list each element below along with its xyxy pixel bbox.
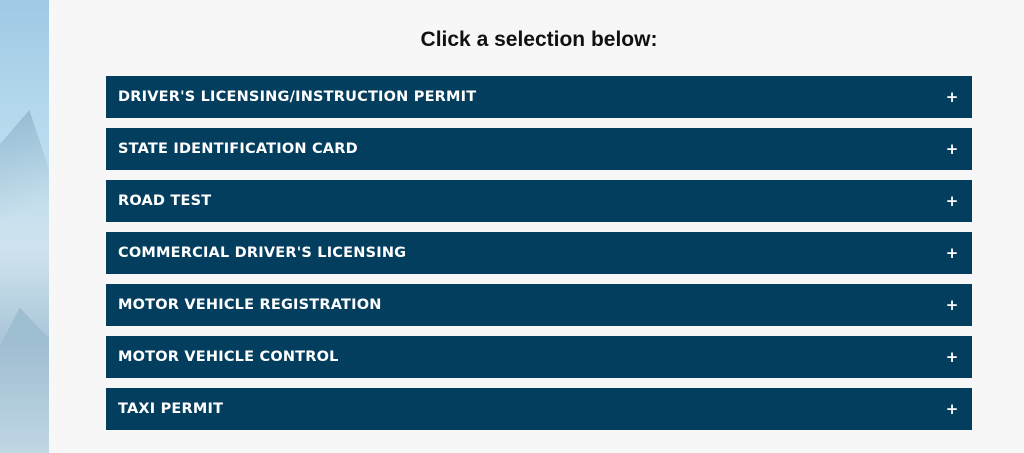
mountain-shape	[0, 110, 49, 280]
accordion-item-drivers-licensing[interactable]: DRIVER'S LICENSING/INSTRUCTION PERMIT +	[106, 76, 972, 118]
accordion-item-road-test[interactable]: ROAD TEST +	[106, 180, 972, 222]
accordion-item-vehicle-registration[interactable]: MOTOR VEHICLE REGISTRATION +	[106, 284, 972, 326]
page: Click a selection below: DRIVER'S LICENS…	[0, 0, 1024, 453]
accordion-item-taxi-permit[interactable]: TAXI PERMIT +	[106, 388, 972, 430]
accordion-item-label: TAXI PERMIT	[118, 401, 224, 417]
expand-plus-icon[interactable]: +	[944, 349, 960, 365]
expand-plus-icon[interactable]: +	[944, 297, 960, 313]
accordion-item-label: MOTOR VEHICLE REGISTRATION	[118, 297, 382, 313]
accordion-item-label: STATE IDENTIFICATION CARD	[118, 141, 358, 157]
background-landscape-image	[0, 0, 49, 453]
accordion-item-state-id-card[interactable]: STATE IDENTIFICATION CARD +	[106, 128, 972, 170]
accordion-item-label: DRIVER'S LICENSING/INSTRUCTION PERMIT	[118, 89, 477, 105]
accordion-item-commercial-licensing[interactable]: COMMERCIAL DRIVER'S LICENSING +	[106, 232, 972, 274]
accordion-item-label: MOTOR VEHICLE CONTROL	[118, 349, 339, 365]
accordion-item-label: COMMERCIAL DRIVER'S LICENSING	[118, 245, 407, 261]
expand-plus-icon[interactable]: +	[944, 141, 960, 157]
section-heading: Click a selection below:	[420, 28, 658, 51]
expand-plus-icon[interactable]: +	[944, 245, 960, 261]
expand-plus-icon[interactable]: +	[944, 89, 960, 105]
expand-plus-icon[interactable]: +	[944, 401, 960, 417]
accordion-item-label: ROAD TEST	[118, 193, 212, 209]
accordion-item-vehicle-control[interactable]: MOTOR VEHICLE CONTROL +	[106, 336, 972, 378]
expand-plus-icon[interactable]: +	[944, 193, 960, 209]
service-accordion: DRIVER'S LICENSING/INSTRUCTION PERMIT + …	[106, 76, 972, 440]
mountain-shape	[0, 307, 49, 453]
